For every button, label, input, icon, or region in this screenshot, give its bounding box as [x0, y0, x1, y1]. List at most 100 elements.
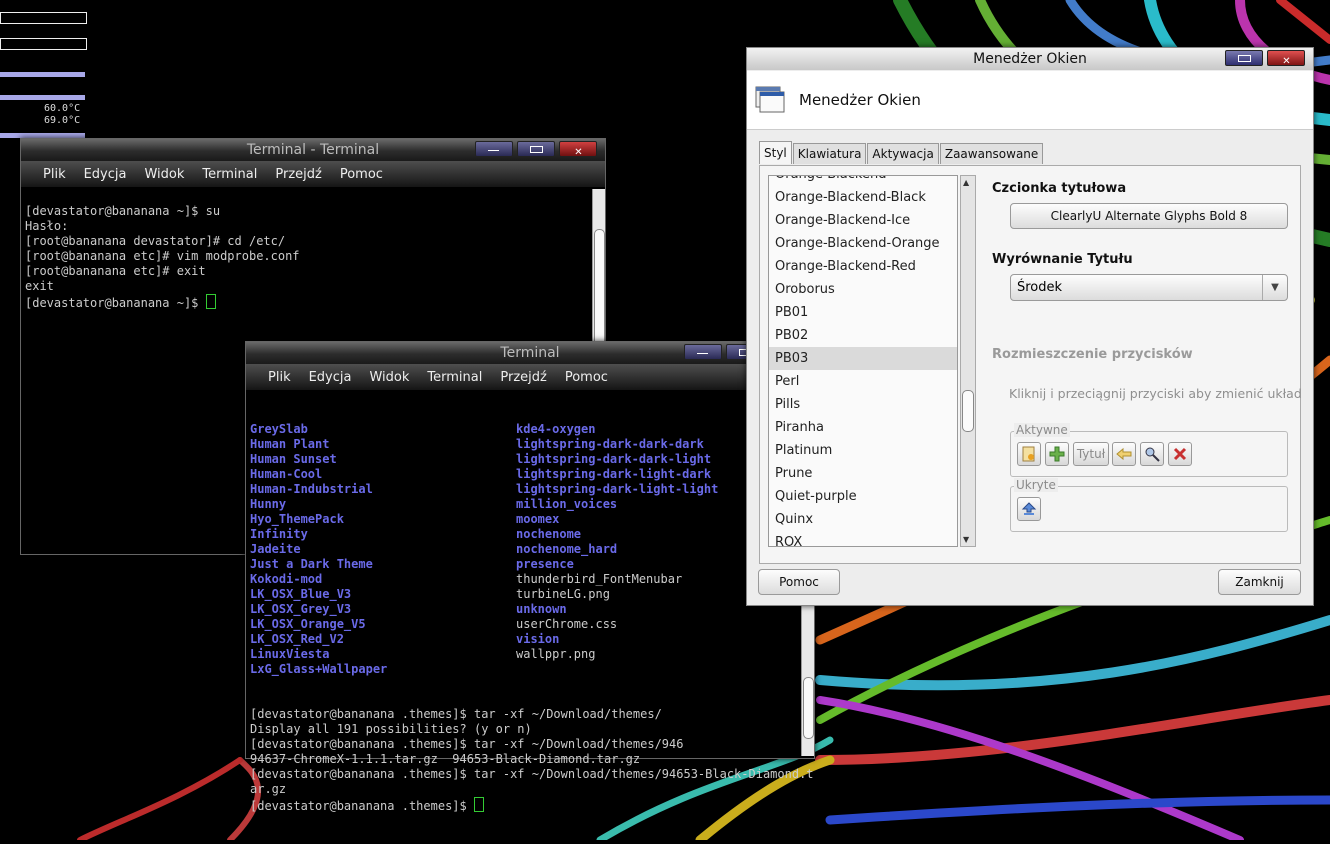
tab-klawiatura[interactable]: Klawiatura — [792, 143, 867, 164]
terminal-output[interactable]: GreySlab Human Plant Human Sunset Human-Coo… — [246, 390, 814, 813]
tab-zaawansowane[interactable]: Zaawansowane — [939, 143, 1044, 164]
theme-list-item[interactable]: PB02 — [769, 324, 957, 347]
title-font-label: Czcionka tytułowa — [992, 181, 1127, 196]
ls-entry: kde4-oxygen — [516, 422, 596, 436]
ls-entry: Hunny — [250, 497, 287, 511]
theme-list[interactable]: Orange-BlackendOrange-Blackend-BlackOran… — [768, 175, 958, 547]
theme-list-scrollbar[interactable]: ▲ ▼ — [960, 175, 976, 547]
hide-button-icon[interactable] — [1140, 442, 1164, 466]
maximize-slot-icon[interactable] — [1017, 497, 1041, 521]
shade-button-icon[interactable] — [1112, 442, 1136, 466]
window-manager-icon — [755, 86, 785, 113]
temp-reading: 69.0°C — [44, 115, 81, 126]
terminal-line: [root@bananana etc]# vim modprobe.conf — [25, 249, 300, 263]
stick-button-icon[interactable] — [1045, 442, 1069, 466]
scroll-up-icon[interactable]: ▲ — [963, 178, 969, 187]
ls-entry: LK_OSX_Grey_V3 — [250, 602, 352, 616]
minimize-button[interactable] — [475, 141, 513, 157]
menu-plik[interactable]: Plik — [35, 167, 76, 182]
ls-entry: lightspring-dark-light-light — [516, 482, 719, 496]
close-button[interactable] — [559, 141, 597, 157]
active-group-label: Aktywne — [1014, 423, 1070, 437]
ls-entry: turbineLG.png — [516, 587, 610, 601]
ls-entry: Human Plant — [250, 437, 330, 451]
tab-bar: Styl Klawiatura Aktywacja Zaawansowane — [759, 141, 1044, 164]
button-layout-label: Rozmieszczenie przycisków — [992, 347, 1193, 362]
theme-list-item[interactable]: Pills — [769, 393, 957, 416]
theme-list-item[interactable]: Quiet-purple — [769, 485, 957, 508]
ls-entry: Human-Indubstrial — [250, 482, 373, 496]
ls-entry: presence — [516, 557, 574, 571]
title-align-select[interactable]: Środek ▼ — [1010, 274, 1288, 301]
close-button[interactable] — [1267, 50, 1305, 66]
terminal-line: [devastator@bananana .themes]$ tar -xf ~… — [250, 707, 662, 721]
theme-list-item[interactable]: Orange-Blackend-Black — [769, 186, 957, 209]
dialog-header: Menedżer Okien — [747, 71, 1313, 130]
ls-entry: LinuxViesta — [250, 647, 330, 661]
theme-list-item[interactable]: Orange-Blackend-Ice — [769, 209, 957, 232]
tab-styl[interactable]: Styl — [759, 141, 792, 164]
title-slot-button[interactable]: Tytuł — [1073, 442, 1109, 466]
window-titlebar[interactable]: Terminal - Terminal — [21, 139, 605, 161]
close-dialog-button[interactable]: Zamknij — [1218, 569, 1301, 595]
button-layout-hint: Kliknij i przeciągnij przyciski aby zmie… — [1009, 386, 1302, 401]
terminal-line: exit — [25, 279, 54, 293]
terminal-line: [root@bananana etc]# exit — [25, 264, 206, 278]
menu-widok[interactable]: Widok — [136, 167, 194, 182]
terminal-line: Display all 191 possibilities? (y or n) — [250, 722, 532, 736]
theme-list-item[interactable]: Piranha — [769, 416, 957, 439]
theme-list-item[interactable]: ROX — [769, 531, 957, 546]
title-align-value: Środek — [1017, 280, 1063, 295]
dialog-titlebar[interactable]: Menedżer Okien — [747, 48, 1313, 70]
help-button[interactable]: Pomoc — [758, 569, 840, 595]
title-font-button[interactable]: ClearlyU Alternate Glyphs Bold 8 — [1010, 203, 1288, 229]
ls-entry: Just a Dark Theme — [250, 557, 373, 571]
theme-list-item[interactable]: Perl — [769, 370, 957, 393]
theme-list-item[interactable]: Orange-Blackend — [769, 176, 957, 186]
menu-edycja[interactable]: Edycja — [76, 167, 137, 182]
menu-terminal[interactable]: Terminal — [419, 370, 492, 385]
cursor — [473, 797, 484, 812]
window-title: Terminal — [500, 345, 560, 361]
menu-plik[interactable]: Plik — [260, 370, 301, 385]
theme-list-item[interactable]: Quinx — [769, 508, 957, 531]
menu-widok[interactable]: Widok — [361, 370, 419, 385]
menu-przejdz[interactable]: Przejdź — [492, 370, 556, 385]
header-title: Menedżer Okien — [799, 91, 921, 109]
ls-entry: LxG_Glass+Wallpaper — [250, 662, 388, 676]
menu-pomoc[interactable]: Pomoc — [557, 370, 618, 385]
ls-entry: Infinity — [250, 527, 308, 541]
ls-entry: LK_OSX_Orange_V5 — [250, 617, 366, 631]
window-title: Terminal - Terminal — [246, 142, 380, 158]
scrollbar-thumb[interactable] — [962, 390, 974, 432]
menu-edycja[interactable]: Edycja — [301, 370, 362, 385]
theme-list-item[interactable]: Orange-Blackend-Red — [769, 255, 957, 278]
ls-column: kde4-oxygen lightspring-dark-dark-dark lig… — [516, 422, 718, 677]
ls-entry: million_voices — [516, 497, 618, 511]
window-titlebar[interactable]: Terminal — [246, 342, 814, 364]
scroll-down-icon[interactable]: ▼ — [963, 535, 969, 544]
maximize-button[interactable] — [1225, 50, 1263, 66]
window-manager-dialog[interactable]: Menedżer Okien Menedżer Okien Styl Klawi… — [746, 47, 1314, 606]
maximize-button[interactable] — [517, 141, 555, 157]
close-window-button-icon[interactable] — [1168, 442, 1192, 466]
theme-list-item[interactable]: PB03 — [769, 347, 957, 370]
theme-list-item[interactable]: Orange-Blackend-Orange — [769, 232, 957, 255]
menu-przejdz[interactable]: Przejdź — [267, 167, 331, 182]
tab-aktywacja[interactable]: Aktywacja — [867, 143, 939, 164]
dropdown-arrow-icon: ▼ — [1262, 275, 1287, 300]
ls-output: GreySlab Human Plant Human Sunset Human-Coo… — [250, 422, 810, 677]
theme-list-item[interactable]: Platinum — [769, 439, 957, 462]
scrollbar-thumb[interactable] — [803, 677, 814, 739]
terminal-line: [devastator@bananana .themes]$ — [250, 799, 474, 813]
terminal-window-2[interactable]: Terminal Plik Edycja Widok Terminal Prze… — [245, 341, 815, 813]
dialog-title: Menedżer Okien — [973, 51, 1087, 67]
menu-pomoc[interactable]: Pomoc — [332, 167, 393, 182]
menu-terminal[interactable]: Terminal — [194, 167, 267, 182]
theme-list-item[interactable]: Oroborus — [769, 278, 957, 301]
minimize-button[interactable] — [684, 344, 722, 360]
theme-list-item[interactable]: Prune — [769, 462, 957, 485]
theme-list-item[interactable]: PB01 — [769, 301, 957, 324]
menu-button-icon[interactable] — [1017, 442, 1041, 466]
maximize-button[interactable] — [726, 344, 752, 360]
